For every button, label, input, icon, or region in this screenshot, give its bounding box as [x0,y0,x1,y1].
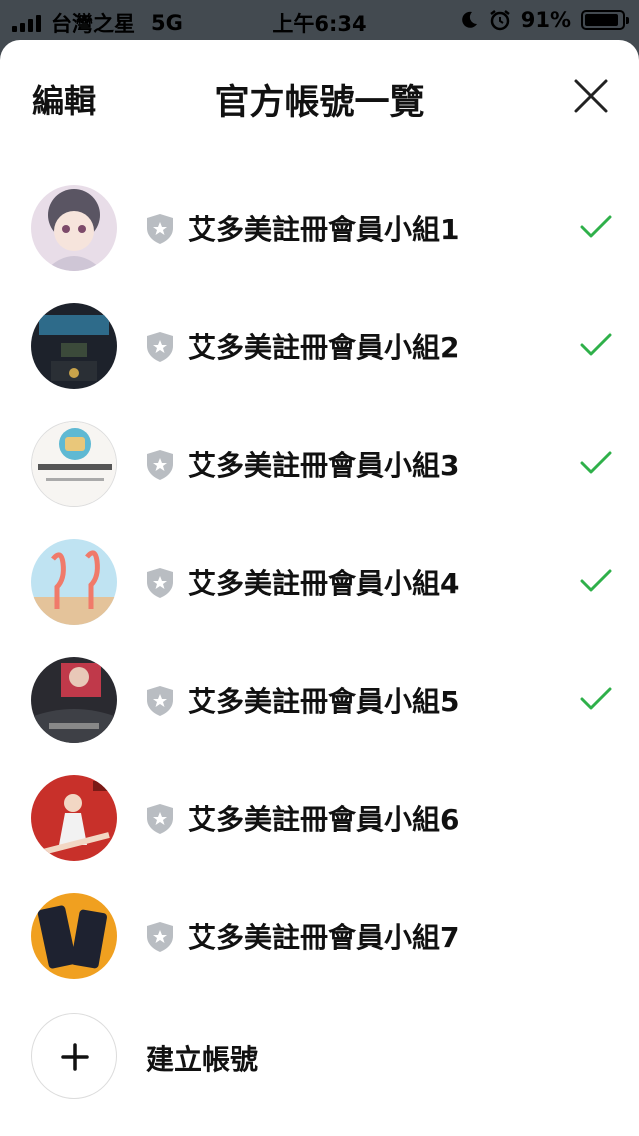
account-name: 艾多美註冊會員小組6 [188,803,460,836]
avatar [31,893,117,979]
account-list-sheet: 編輯 官方帳號一覽 艾多美註冊會員小組1 艾多美註冊會員小組2 艾多美註冊會員小… [0,40,639,1136]
check-icon [580,333,612,356]
moon-icon [461,11,477,28]
account-row[interactable]: 艾多美註冊會員小組4 [0,494,639,625]
battery-fill [585,14,618,26]
shield-icon [147,214,173,244]
account-row[interactable]: 艾多美註冊會員小組5 [0,612,639,743]
account-list: 艾多美註冊會員小組1 艾多美註冊會員小組2 艾多美註冊會員小組3 艾多美註冊會員… [0,140,639,979]
plus-icon [61,1043,89,1071]
account-row[interactable]: 艾多美註冊會員小組3 [0,376,639,507]
create-account-label: 建立帳號 [146,1043,259,1076]
account-name: 艾多美註冊會員小組7 [188,921,460,954]
account-name: 艾多美註冊會員小組4 [188,567,460,600]
close-icon[interactable] [573,78,609,114]
page-title: 官方帳號一覽 [214,83,425,123]
check-icon [580,451,612,474]
account-name: 艾多美註冊會員小組5 [188,685,460,718]
account-row[interactable]: 艾多美註冊會員小組6 [0,730,639,861]
status-bar: 台灣之星 5G 上午6:34 91% [0,0,639,40]
shield-icon [147,686,173,716]
account-row[interactable]: 艾多美註冊會員小組7 [0,848,639,979]
account-row[interactable]: 艾多美註冊會員小組1 [0,140,639,271]
status-right: 91% [459,8,629,32]
battery-icon [581,10,629,30]
create-account-button[interactable]: 建立帳號 [0,1010,639,1100]
check-icon [580,687,612,710]
sheet-header: 編輯 官方帳號一覽 [0,40,639,152]
shield-icon [147,568,173,598]
battery-percent: 91% [520,8,571,32]
shield-icon [147,804,173,834]
plus-button[interactable] [31,1013,117,1099]
account-name: 艾多美註冊會員小組1 [188,213,460,246]
account-name: 艾多美註冊會員小組2 [188,331,460,364]
check-icon [580,215,612,238]
shield-icon [147,450,173,480]
shield-icon [147,332,173,362]
check-icon [580,569,612,592]
account-name: 艾多美註冊會員小組3 [188,449,460,482]
shield-icon [147,922,173,952]
account-row[interactable]: 艾多美註冊會員小組2 [0,258,639,389]
alarm-icon [489,10,510,31]
